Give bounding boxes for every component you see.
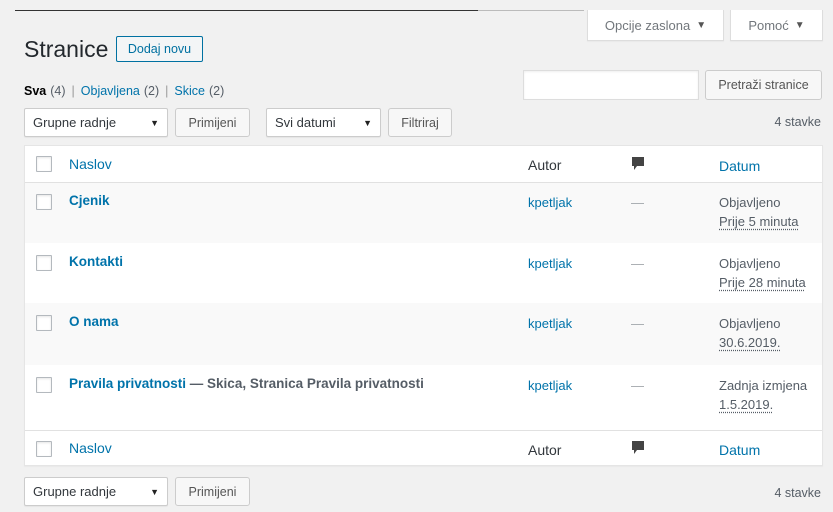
bulk-actions-select-bottom[interactable]: Grupne radnje ▼	[24, 477, 168, 506]
items-count-bottom: 4 stavke	[774, 486, 821, 500]
filter-all-link[interactable]: Sva	[24, 84, 46, 98]
table-row: Kontakti kpetljak — Objavljeno Prije 28 …	[25, 243, 822, 303]
select-all-checkbox[interactable]	[36, 156, 52, 172]
comment-bubble-icon[interactable]	[631, 440, 645, 456]
bulk-actions-select-top[interactable]: Grupne radnje ▼	[24, 108, 168, 137]
status-filter-links: Sva (4) | Objavljena (2) | Skice (2)	[24, 84, 224, 98]
row-checkbox[interactable]	[36, 315, 52, 331]
author-link[interactable]: kpetljak	[528, 378, 572, 393]
select-arrow-icon: ▼	[150, 117, 159, 128]
filter-separator: |	[71, 84, 75, 98]
column-date-sort[interactable]: Datum	[719, 158, 760, 174]
row-checkbox[interactable]	[36, 194, 52, 210]
filter-published-count: (2)	[143, 84, 160, 98]
table-footer-row: Naslov Autor Datum	[25, 430, 822, 466]
comments-count: —	[631, 316, 644, 331]
filter-published-link[interactable]: Objavljena	[81, 84, 140, 98]
author-link[interactable]: kpetljak	[528, 256, 572, 271]
filter-all-count: (4)	[50, 84, 66, 98]
apply-button-top[interactable]: Primijeni	[175, 108, 250, 137]
date-value: 30.6.2019.	[719, 335, 781, 350]
page-title-link[interactable]: O nama	[69, 314, 119, 329]
screen-options-button[interactable]: Opcije zaslona ▼	[587, 10, 724, 41]
date-cell: Zadnja izmjena 1.5.2019.	[719, 376, 807, 414]
help-button[interactable]: Pomoć ▼	[730, 10, 823, 41]
row-title: O nama	[69, 314, 119, 329]
date-status: Zadnja izmjena	[719, 378, 808, 393]
row-checkbox[interactable]	[36, 255, 52, 271]
date-cell: Objavljeno 30.6.2019.	[719, 314, 780, 352]
caret-down-icon: ▼	[794, 19, 805, 31]
add-new-button[interactable]: Dodaj novu	[116, 36, 203, 62]
filter-separator: |	[165, 84, 169, 98]
column-title-sort-bottom[interactable]: Naslov	[69, 440, 112, 456]
comment-bubble-icon[interactable]	[631, 156, 645, 172]
select-arrow-icon: ▼	[150, 486, 159, 497]
frame-line-light	[478, 10, 584, 11]
comments-count: —	[631, 378, 644, 393]
author-link[interactable]: kpetljak	[528, 316, 572, 331]
comments-count: —	[631, 195, 644, 210]
select-arrow-icon: ▼	[363, 117, 372, 128]
date-filter-select[interactable]: Svi datumi ▼	[266, 108, 381, 137]
search-input[interactable]	[523, 70, 699, 100]
date-cell: Objavljeno Prije 28 minuta	[719, 254, 806, 292]
help-label: Pomoć	[748, 17, 789, 33]
row-checkbox[interactable]	[36, 377, 52, 393]
items-count-top: 4 stavke	[774, 115, 821, 129]
column-date-sort-bottom[interactable]: Datum	[719, 442, 760, 458]
page-title-link[interactable]: Cjenik	[69, 193, 110, 208]
page-state: — Skica, Stranica Pravila privatnosti	[186, 376, 424, 391]
column-author-bottom: Autor	[528, 442, 562, 458]
page-title: Stranice	[24, 36, 109, 62]
author-link[interactable]: kpetljak	[528, 195, 572, 210]
date-filter-value: Svi datumi	[275, 115, 336, 130]
table-row: O nama kpetljak — Objavljeno 30.6.2019.	[25, 303, 822, 365]
pages-table: Naslov Autor Datum Cjenik kpetljak — Obj…	[24, 145, 823, 466]
date-cell: Objavljeno Prije 5 minuta	[719, 193, 798, 231]
column-author: Autor	[528, 157, 562, 173]
select-all-checkbox-bottom[interactable]	[36, 441, 52, 457]
filter-drafts-link[interactable]: Skice	[174, 84, 205, 98]
screen-options-label: Opcije zaslona	[604, 17, 691, 33]
filter-button[interactable]: Filtriraj	[388, 108, 452, 137]
date-value: 1.5.2019.	[719, 397, 774, 412]
frame-line	[15, 10, 505, 11]
date-value: Prije 5 minuta	[719, 214, 799, 229]
bulk-actions-value: Grupne radnje	[33, 115, 117, 130]
filter-drafts-count: (2)	[208, 84, 225, 98]
table-row: Cjenik kpetljak — Objavljeno Prije 5 min…	[25, 183, 822, 243]
bulk-actions-value: Grupne radnje	[33, 484, 117, 499]
page-title-link[interactable]: Pravila privatnosti	[69, 376, 186, 391]
page-title-link[interactable]: Kontakti	[69, 254, 123, 269]
table-row: Pravila privatnosti — Skica, Stranica Pr…	[25, 365, 822, 430]
search-pages-button[interactable]: Pretraži stranice	[705, 70, 822, 100]
table-header-row: Naslov Autor Datum	[25, 146, 822, 183]
row-title: Pravila privatnosti — Skica, Stranica Pr…	[69, 376, 424, 391]
date-status: Objavljeno	[719, 195, 781, 210]
comments-count: —	[631, 256, 644, 271]
column-title-sort[interactable]: Naslov	[69, 156, 112, 172]
date-value: Prije 28 minuta	[719, 275, 806, 290]
row-title: Kontakti	[69, 254, 123, 269]
date-status: Objavljeno	[719, 316, 781, 331]
row-title: Cjenik	[69, 193, 110, 208]
date-status: Objavljeno	[719, 256, 781, 271]
caret-down-icon: ▼	[696, 19, 707, 31]
apply-button-bottom[interactable]: Primijeni	[175, 477, 250, 506]
